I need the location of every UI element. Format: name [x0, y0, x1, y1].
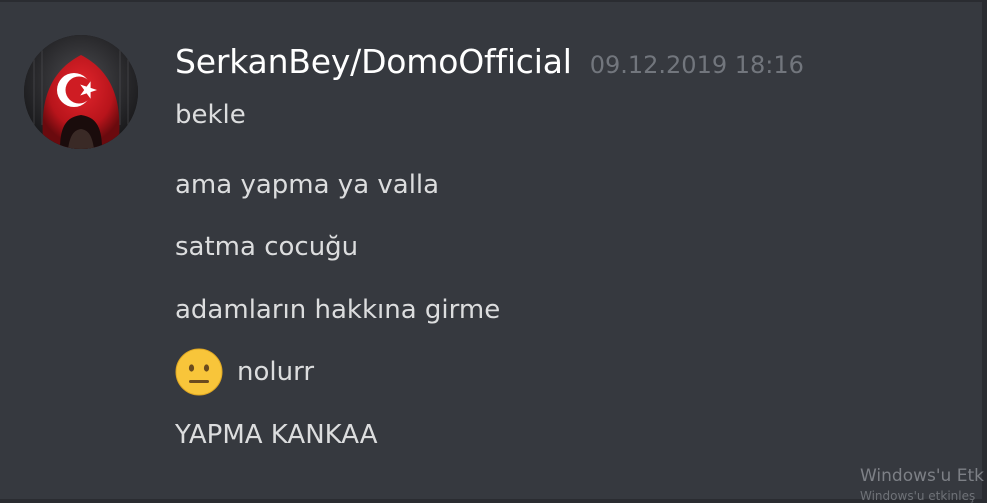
- windows-activation-subtitle: Windows'u etkinleş: [860, 489, 976, 503]
- message-line-with-emoji: nolurr: [175, 348, 314, 396]
- message-line: ama yapma ya valla: [175, 170, 440, 200]
- message-header: SerkanBey/DomoOfficial 09.12.2019 18:16: [175, 42, 804, 86]
- avatar[interactable]: [24, 35, 138, 149]
- message-line: adamların hakkına girme: [175, 295, 501, 325]
- bottom-border: [0, 499, 987, 503]
- top-border: [0, 0, 987, 2]
- username[interactable]: SerkanBey/DomoOfficial: [175, 42, 572, 81]
- message-line: YAPMA KANKAA: [175, 420, 378, 450]
- timestamp[interactable]: 09.12.2019 18:16: [590, 51, 804, 79]
- message-line: nolurr: [237, 357, 315, 387]
- neutral-face-emoji-icon[interactable]: [175, 348, 223, 396]
- turkish-flag-hooded-avatar-icon: [24, 35, 138, 149]
- right-border: [982, 0, 987, 503]
- windows-activation-title: Windows'u Etk: [860, 466, 984, 486]
- message-line: satma cocuğu: [175, 232, 359, 262]
- message-line: bekle: [175, 100, 246, 130]
- message-panel: SerkanBey/DomoOfficial 09.12.2019 18:16 …: [0, 0, 987, 503]
